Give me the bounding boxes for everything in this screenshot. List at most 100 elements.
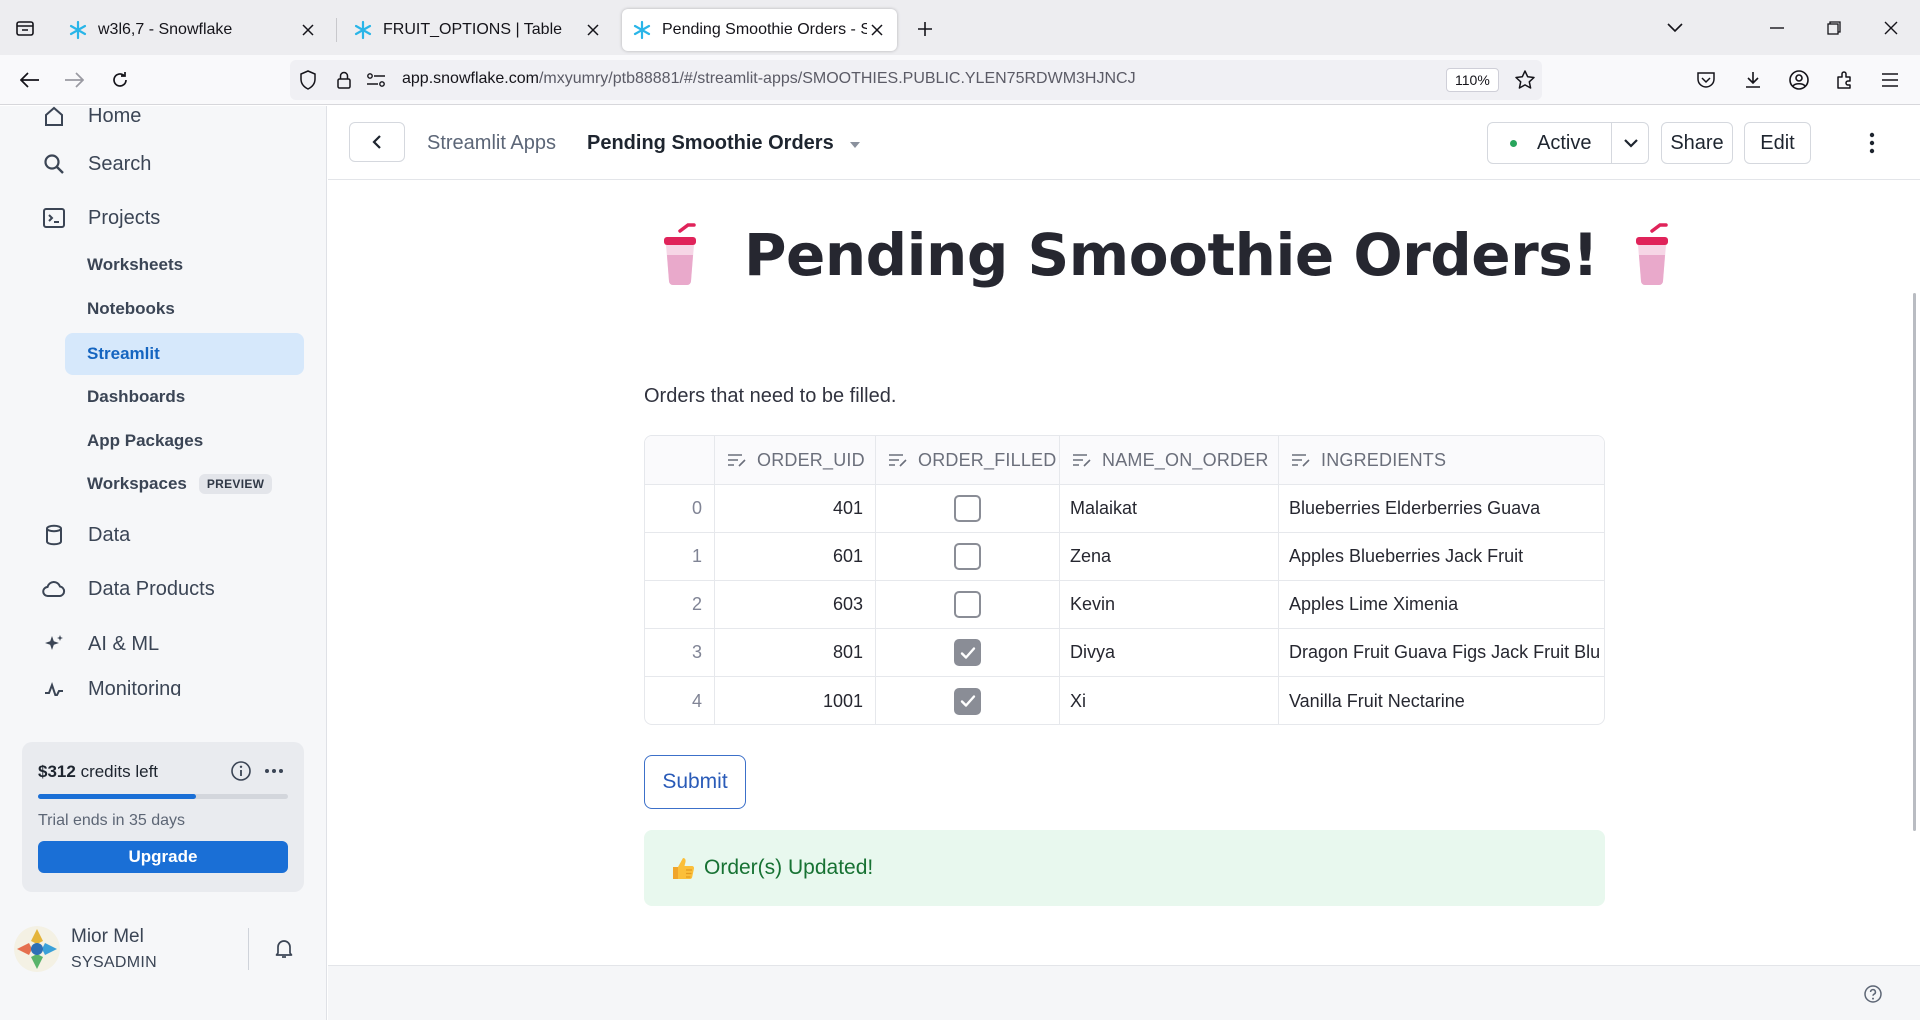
table-header-row: ORDER_UID ORDER_FILLED NAME_ON_ORDER ING… [645,436,1604,485]
sidebar-item-streamlit[interactable]: Streamlit [65,333,304,375]
column-header-order-filled[interactable]: ORDER_FILLED [876,436,1060,484]
status-button[interactable]: Active [1488,123,1612,163]
cell-name-on-order[interactable]: Malaikat [1060,485,1279,532]
breadcrumb-current[interactable]: Pending Smoothie Orders [587,132,862,155]
order-filled-checkbox[interactable] [954,639,981,666]
downloads-icon[interactable] [1741,68,1765,92]
cell-name-on-order[interactable]: Kevin [1060,581,1279,628]
order-filled-checkbox[interactable] [954,495,981,522]
credits-card: $312 credits left Trial ends in 35 days … [22,742,304,892]
edit-button[interactable]: Edit [1744,122,1811,164]
info-icon[interactable] [230,760,254,784]
column-header-ingredients[interactable]: INGREDIENTS [1279,436,1604,484]
cell-order-uid[interactable]: 801 [715,629,876,676]
check-icon [960,695,975,707]
url-bar[interactable]: app.snowflake.com/mxyumry/ptb88881/#/str… [290,60,1542,100]
sidebar-item-worksheets[interactable]: Worksheets [65,244,304,286]
back-button[interactable] [349,122,405,162]
tab-close-icon[interactable] [298,20,318,40]
order-filled-checkbox[interactable] [954,591,981,618]
help-icon[interactable] [1863,984,1883,1004]
extensions-icon[interactable] [1833,68,1857,92]
tab-overflow-chevron-icon[interactable] [1660,14,1690,42]
column-header-name-on-order[interactable]: NAME_ON_ORDER [1060,436,1279,484]
sidebar-item-data-products[interactable]: Data Products [40,571,215,607]
user-profile[interactable]: Mior Mel SYSADMIN [0,906,326,996]
new-tab-icon[interactable] [910,14,940,44]
breadcrumb-streamlit-apps[interactable]: Streamlit Apps [427,132,556,155]
sparkle-icon [40,630,68,658]
sidebar-item-ai-ml[interactable]: AI & ML [40,626,159,662]
cell-ingredients[interactable]: Apples Blueberries Jack Fruit [1279,533,1604,580]
more-vertical-icon[interactable] [1857,128,1887,158]
tab-list-icon[interactable] [12,15,38,41]
sidebar-item-monitoring[interactable]: Monitoring [40,676,181,696]
browser-tab-2[interactable]: FRUIT_OPTIONS | Table [343,9,613,51]
back-arrow-icon[interactable] [14,64,46,96]
share-button[interactable]: Share [1661,122,1733,164]
bell-icon[interactable] [272,936,298,962]
pocket-icon[interactable] [1694,68,1718,92]
account-icon[interactable] [1787,68,1811,92]
submit-button[interactable]: Submit [644,755,746,809]
column-header-label: INGREDIENTS [1321,449,1447,470]
menu-hamburger-icon[interactable] [1878,68,1902,92]
sidebar-item-data[interactable]: Data [40,517,130,553]
cell-order-uid[interactable]: 603 [715,581,876,628]
credits-progress-fill [38,794,196,799]
sidebar-item-home[interactable]: Home [40,106,141,134]
tab-close-icon[interactable] [867,20,887,40]
cell-order-filled [876,629,1060,676]
status-dot [1510,139,1517,147]
cell-ingredients[interactable]: Blueberries Elderberries Guava [1279,485,1604,532]
browser-tab-3[interactable]: Pending Smoothie Orders - Snowflake [622,9,897,51]
trial-text: Trial ends in 35 days [38,812,186,829]
lock-icon[interactable] [334,70,354,90]
cell-order-uid[interactable]: 1001 [715,677,876,724]
sidebar-item-dashboards[interactable]: Dashboards [65,376,304,418]
reload-icon[interactable] [104,64,136,96]
tab-title: w3l6,7 - Snowflake [98,21,233,38]
sidebar-item-search[interactable]: Search [40,146,151,182]
cell-ingredients[interactable]: Vanilla Fruit Nectarine [1279,677,1604,724]
cell-name-on-order[interactable]: Xi [1060,677,1279,724]
avatar[interactable] [14,926,60,972]
url-host: app.snowflake.com [402,70,539,87]
cell-name-on-order[interactable]: Zena [1060,533,1279,580]
order-filled-checkbox[interactable] [954,687,981,715]
restore-icon[interactable] [1819,14,1849,42]
order-filled-checkbox[interactable] [954,543,981,570]
status-group: Active [1487,122,1649,164]
sidebar-item-projects[interactable]: Projects [40,200,160,236]
browser-tab-1[interactable]: w3l6,7 - Snowflake [58,9,328,51]
sidebar-item-workspaces[interactable]: Workspaces PREVIEW [65,463,304,505]
zoom-level-badge[interactable]: 110% [1446,68,1499,92]
forward-arrow-icon[interactable] [58,64,90,96]
status-dropdown[interactable] [1612,123,1649,163]
cell-name-on-order[interactable]: Divya [1060,629,1279,676]
row-index: 4 [645,677,715,724]
window-close-icon[interactable] [1876,14,1906,42]
row-index: 1 [645,533,715,580]
credits-progress-bar [38,794,288,799]
cell-ingredients[interactable]: Dragon Fruit Guava Figs Jack Fruit Blu [1279,629,1604,676]
success-alert: Order(s) Updated! [644,830,1605,906]
column-header-order-uid[interactable]: ORDER_UID [715,436,876,484]
bookmark-star-icon[interactable] [1514,69,1536,91]
sidebar-item-notebooks[interactable]: Notebooks [65,288,304,330]
more-horizontal-icon[interactable] [262,760,288,784]
cell-ingredients[interactable]: Apples Lime Ximenia [1279,581,1604,628]
scrollbar[interactable] [1913,293,1916,831]
upgrade-button[interactable]: Upgrade [38,841,288,873]
minimize-icon[interactable] [1762,14,1792,42]
cell-order-uid[interactable]: 401 [715,485,876,532]
shield-icon[interactable] [298,70,318,90]
text-column-icon [889,454,907,467]
sidebar-item-app-packages[interactable]: App Packages [65,420,304,462]
site-permissions-icon[interactable] [366,70,386,90]
cell-order-uid[interactable]: 601 [715,533,876,580]
cup-with-straw-icon [1636,223,1669,285]
credits-amount: $312 credits left [38,762,158,782]
snowflake-favicon-icon [354,20,372,40]
tab-close-icon[interactable] [583,20,603,40]
